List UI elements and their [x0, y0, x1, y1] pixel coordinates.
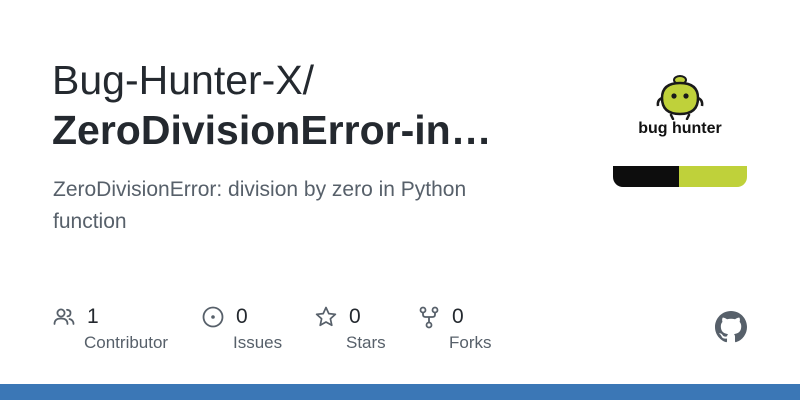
logo-bar-black [613, 166, 679, 187]
repo-owner[interactable]: Bug-Hunter-X/ [52, 56, 314, 104]
contributors-count: 1 [87, 305, 99, 328]
github-icon[interactable] [715, 311, 747, 343]
bug-hunter-logo: bug hunter [613, 74, 747, 187]
fork-icon [419, 306, 439, 329]
issues-label: Issues [233, 333, 283, 352]
people-icon [53, 308, 75, 325]
star-icon [315, 306, 337, 327]
logo-bar-green [679, 166, 747, 187]
forks-label: Forks [449, 333, 492, 352]
contributors-label: Contributor [84, 333, 169, 352]
repo-social-card: Bug-Hunter-X/ ZeroDivisionError-in-… Zer… [0, 0, 800, 400]
stars-count: 0 [349, 305, 361, 328]
repo-name[interactable]: ZeroDivisionError-in-… [52, 106, 502, 154]
logo-color-bar [613, 166, 747, 187]
issues-count: 0 [236, 305, 248, 328]
stat-issues[interactable]: 0 Issues [201, 303, 282, 353]
logo-text: bug hunter [638, 120, 722, 137]
repo-description: ZeroDivisionError: division by zero in P… [53, 178, 467, 233]
footer-accent-bar [0, 384, 800, 400]
stat-contributors[interactable]: 1 Contributor [52, 303, 168, 353]
stat-stars[interactable]: 0 Stars [314, 303, 386, 353]
forks-count: 0 [452, 305, 464, 328]
bug-mascot-icon [656, 75, 704, 121]
issue-icon [202, 306, 224, 328]
stars-label: Stars [346, 333, 386, 352]
stat-forks[interactable]: 0 Forks [417, 303, 492, 353]
